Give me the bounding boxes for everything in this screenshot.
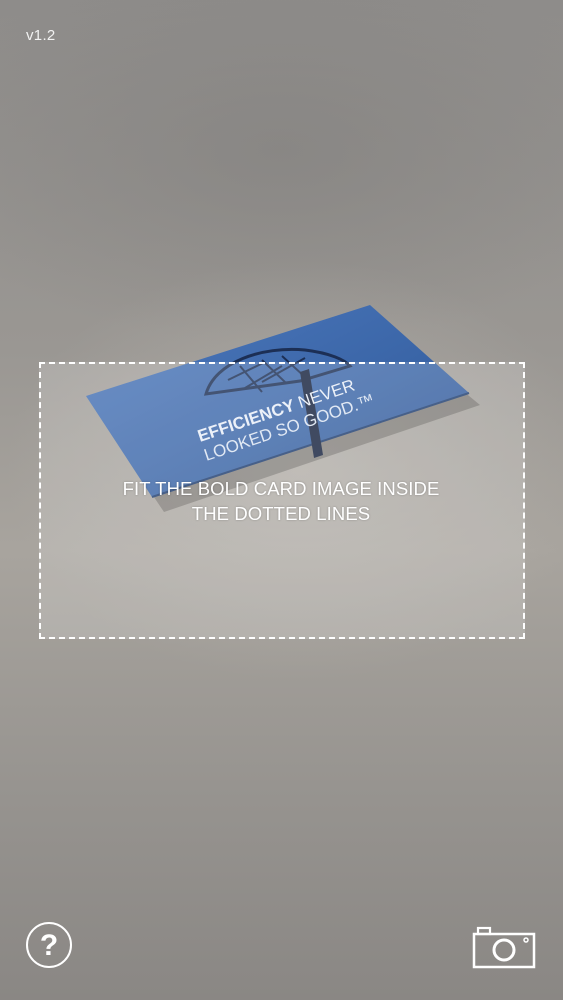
instruction-line-2: THE DOTTED LINES: [191, 503, 371, 524]
camera-icon: [472, 926, 536, 969]
question-circle-icon: ?: [39, 928, 59, 962]
instruction-line-1: FIT THE BOLD CARD IMAGE INSIDE: [122, 478, 440, 499]
help-button[interactable]: ?: [26, 922, 72, 968]
instruction-text: FIT THE BOLD CARD IMAGE INSIDE THE DOTTE…: [40, 476, 522, 526]
capture-button[interactable]: [472, 925, 536, 969]
version-label: v1.2: [26, 27, 56, 44]
